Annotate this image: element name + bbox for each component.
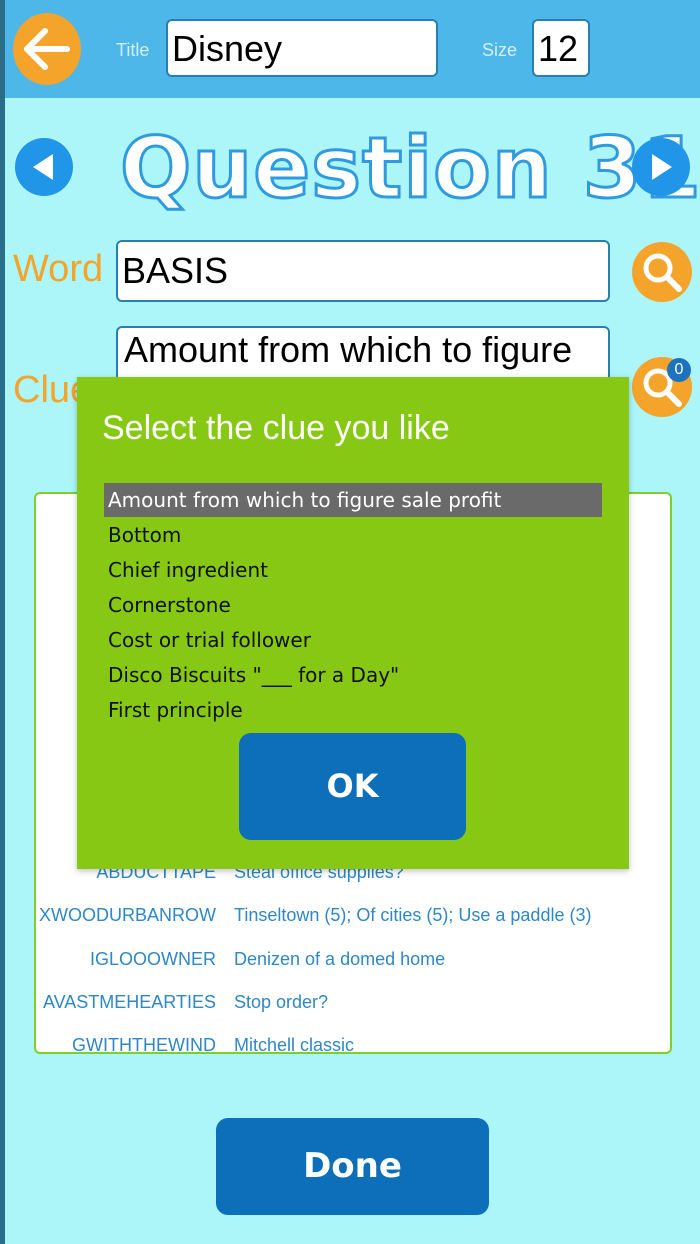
word-search-button[interactable] [632, 242, 692, 302]
triangle-left-icon [33, 154, 53, 180]
list-item-clue: Stop order? [234, 992, 329, 1012]
list-item-answer: XWOODURBANROW [39, 905, 216, 925]
size-label: Size [482, 40, 518, 60]
list-item-answer: AVASTMEHEARTIES [42, 992, 216, 1012]
arrow-left-icon [24, 28, 70, 70]
list-item[interactable]: IGLOOOWNER Denizen of a domed home [36, 949, 670, 979]
previous-question-button[interactable] [15, 138, 73, 196]
clue-option[interactable]: Amount from which to figure sale profit [104, 483, 602, 517]
done-button[interactable]: Done [216, 1118, 489, 1215]
size-input[interactable]: 12 [532, 19, 590, 77]
clue-option[interactable]: First principle [104, 693, 602, 727]
triangle-right-icon [652, 154, 672, 180]
back-button[interactable] [13, 13, 81, 85]
list-item[interactable]: GWITHTHEWIND Mitchell classic [36, 1035, 670, 1054]
word-label: Word [13, 248, 104, 290]
list-item-answer: GWITHTHEWIND [72, 1035, 216, 1054]
ok-button[interactable]: OK [239, 733, 466, 840]
dialog-title: Select the clue you like [102, 409, 450, 447]
list-item-clue: Denizen of a domed home [234, 949, 446, 969]
clue-option[interactable]: Disco Biscuits "___ for a Day" [104, 658, 602, 692]
word-input[interactable]: BASIS [116, 240, 610, 302]
clue-option[interactable]: Bottom [104, 518, 602, 552]
question-title: Question 31 [119, 118, 700, 219]
list-item-answer: IGLOOOWNER [89, 949, 216, 969]
clue-count-badge: 0 [667, 358, 691, 382]
screen-edge [0, 0, 5, 1244]
list-item[interactable]: XWOODURBANROW Tinseltown (5); Of cities … [36, 905, 670, 935]
clue-option[interactable]: Cost or trial follower [104, 623, 602, 657]
title-label: Title [116, 40, 150, 60]
title-input[interactable]: Disney [166, 19, 438, 77]
list-item-clue: Tinseltown (5); Of cities (5); Use a pad… [234, 905, 592, 925]
search-icon [643, 253, 682, 292]
next-question-button[interactable] [632, 138, 690, 196]
list-item[interactable]: AVASTMEHEARTIES Stop order? [36, 992, 670, 1022]
clue-option[interactable]: Chief ingredient [104, 553, 602, 587]
clue-option[interactable]: Cornerstone [104, 588, 602, 622]
list-item-clue: Mitchell classic [234, 1035, 355, 1054]
select-clue-dialog: Select the clue you like Amount from whi… [77, 377, 629, 869]
